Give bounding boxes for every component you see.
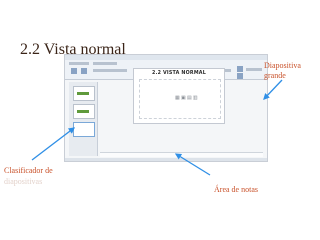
label-sorter-line2: diapositivas: [4, 177, 43, 186]
arrow-large-slide: [263, 79, 283, 100]
arrow-notes-area: [174, 153, 211, 176]
label-large-slide-line1: Diapositiva: [264, 61, 301, 70]
label-sorter-line1: Clasificador de: [4, 166, 53, 175]
label-large-slide-line2: grande: [264, 71, 286, 80]
arrow-slide-sorter: [31, 127, 76, 161]
label-notes-area: Área de notas: [214, 185, 258, 194]
arrows-layer: [31, 79, 283, 176]
